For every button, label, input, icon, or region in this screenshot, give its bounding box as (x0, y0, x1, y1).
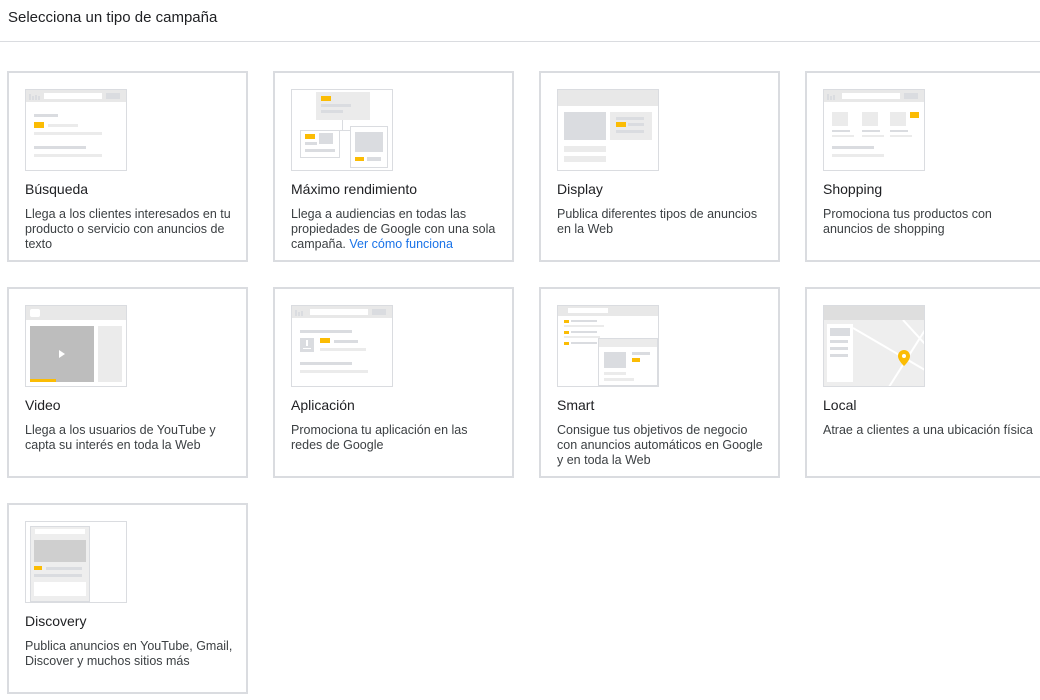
discovery-campaign-illustration (25, 521, 127, 603)
card-description: Llega a audiencias en todas las propieda… (291, 207, 496, 251)
card-description: Publica diferentes tipos de anuncios en … (557, 207, 758, 236)
video-campaign-illustration (25, 305, 127, 387)
campaign-card-busqueda[interactable]: Búsqueda Llega a los clientes interesado… (7, 71, 248, 262)
card-title: Máximo rendimiento (291, 181, 418, 197)
shopping-campaign-illustration (823, 89, 925, 171)
performance-max-illustration (291, 89, 393, 171)
card-description: Promociona tus productos con anuncios de… (823, 207, 992, 236)
card-description: Llega a los clientes interesados en tu p… (25, 207, 231, 251)
card-description: Llega a los usuarios de YouTube y capta … (25, 423, 216, 452)
card-description: Atrae a clientes a una ubicación física (823, 423, 1033, 437)
card-description: Promociona tu aplicación en las redes de… (291, 423, 468, 452)
card-title: Display (557, 181, 603, 197)
smart-campaign-illustration (557, 305, 659, 387)
campaign-card-aplicacion[interactable]: Aplicación Promociona tu aplicación en l… (273, 287, 514, 478)
map-lines (853, 320, 924, 386)
campaign-card-local[interactable]: Local Atrae a clientes a una ubicación f… (805, 287, 1040, 478)
card-description: Publica anuncios en YouTube, Gmail, Disc… (25, 639, 233, 668)
card-title: Video (25, 397, 61, 413)
search-campaign-illustration (25, 89, 127, 171)
campaign-card-shopping[interactable]: Shopping Promociona tus productos con an… (805, 71, 1040, 262)
card-title: Smart (557, 397, 595, 413)
card-description: Consigue tus objetivos de negocio con an… (557, 423, 763, 467)
location-pin-icon (898, 350, 910, 366)
campaign-card-discovery[interactable]: Discovery Publica anuncios en YouTube, G… (7, 503, 248, 694)
page-title: Selecciona un tipo de campaña (8, 9, 218, 26)
campaign-card-video[interactable]: Video Llega a los usuarios de YouTube y … (7, 287, 248, 478)
campaign-card-display[interactable]: Display Publica diferentes tipos de anun… (539, 71, 780, 262)
card-title: Shopping (823, 181, 883, 197)
card-title: Local (823, 397, 857, 413)
card-title: Búsqueda (25, 181, 89, 197)
local-campaign-illustration (823, 305, 925, 387)
page-header: Selecciona un tipo de campaña (0, 0, 1040, 42)
campaign-card-smart[interactable]: Smart Consigue tus objetivos de negocio … (539, 287, 780, 478)
campaign-card-maximo-rendimiento[interactable]: Máximo rendimiento Llega a audiencias en… (273, 71, 514, 262)
card-title: Discovery (25, 613, 87, 629)
display-campaign-illustration (557, 89, 659, 171)
play-icon (59, 350, 65, 358)
how-it-works-link[interactable]: Ver cómo funciona (349, 237, 453, 251)
app-campaign-illustration (291, 305, 393, 387)
card-title: Aplicación (291, 397, 355, 413)
